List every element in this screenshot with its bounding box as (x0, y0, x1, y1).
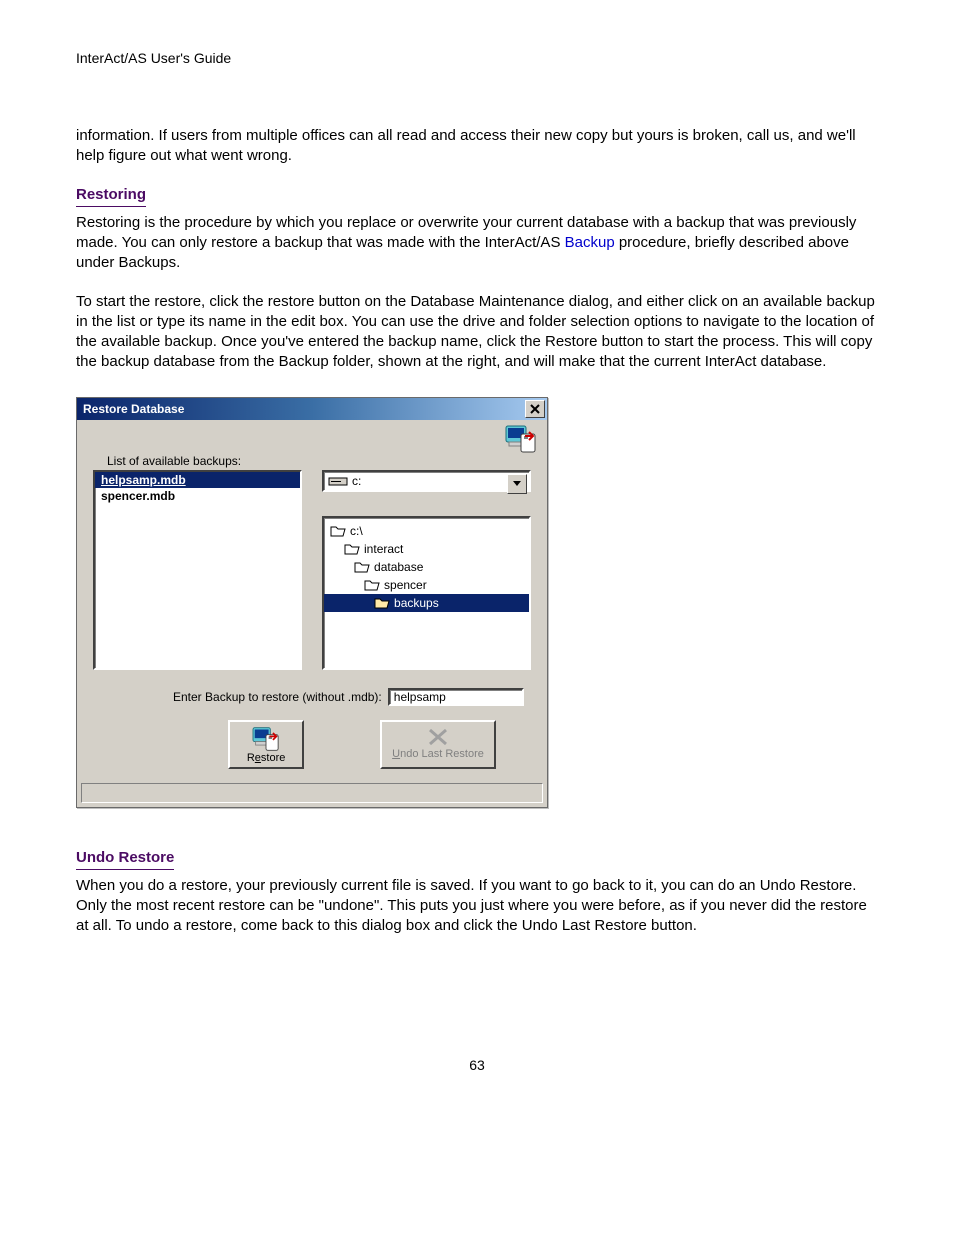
status-bar (81, 783, 543, 803)
undo-button-label: Undo Last Restore (392, 748, 484, 760)
folder-open-icon (364, 578, 380, 592)
close-button[interactable] (525, 400, 545, 418)
tree-label: database (374, 560, 423, 574)
restore-button-label: Restore (247, 752, 286, 764)
dropdown-button[interactable] (507, 474, 527, 494)
body-paragraph: When you do a restore, your previously c… (76, 876, 878, 937)
folder-tree[interactable]: c:\ interact database (322, 516, 531, 670)
tree-item[interactable]: database (324, 558, 529, 576)
backup-name-input[interactable] (388, 688, 524, 706)
undo-last-restore-button[interactable]: Undo Last Restore (380, 720, 496, 769)
list-item[interactable]: helpsamp.mdb (95, 472, 300, 488)
close-icon (530, 404, 540, 414)
list-label: List of available backups: (107, 454, 531, 468)
cancel-icon (426, 726, 450, 748)
tree-item[interactable]: backups (324, 594, 529, 612)
chevron-down-icon (513, 481, 521, 487)
titlebar: Restore Database (77, 398, 547, 420)
tree-item[interactable]: interact (324, 540, 529, 558)
tree-label: spencer (384, 578, 427, 592)
folder-open-icon (344, 542, 360, 556)
tree-item[interactable]: spencer (324, 576, 529, 594)
restore-dialog-screenshot: Restore Database (76, 397, 878, 808)
folder-open-icon (330, 524, 346, 538)
drive-label: c: (352, 474, 361, 488)
tree-item[interactable]: c:\ (324, 522, 529, 540)
tree-label: c:\ (350, 524, 363, 538)
restore-database-dialog: Restore Database (76, 397, 548, 808)
drive-icon (328, 475, 348, 487)
restore-icon (252, 726, 280, 752)
restore-icon (505, 424, 537, 457)
body-paragraph: Restoring is the procedure by which you … (76, 213, 878, 274)
section-heading-restoring: Restoring (76, 185, 146, 207)
list-item[interactable]: spencer.mdb (95, 488, 300, 504)
section-heading-undo-restore: Undo Restore (76, 848, 174, 870)
restore-button[interactable]: Restore (228, 720, 304, 769)
tree-label: interact (364, 542, 403, 556)
folder-open-icon (354, 560, 370, 574)
folder-open-icon (374, 596, 390, 610)
backup-link[interactable]: Backup (565, 234, 615, 251)
page-number: 63 (76, 1057, 878, 1073)
enter-backup-label: Enter Backup to restore (without .mdb): (173, 690, 382, 704)
backups-listbox[interactable]: helpsamp.mdb spencer.mdb (93, 470, 302, 670)
drive-select[interactable]: c: (322, 470, 531, 492)
body-paragraph: To start the restore, click the restore … (76, 292, 878, 373)
tree-label: backups (394, 596, 439, 610)
body-paragraph: information. If users from multiple offi… (76, 126, 878, 167)
page-header: InterAct/AS User's Guide (76, 50, 878, 66)
dialog-title: Restore Database (83, 402, 184, 416)
